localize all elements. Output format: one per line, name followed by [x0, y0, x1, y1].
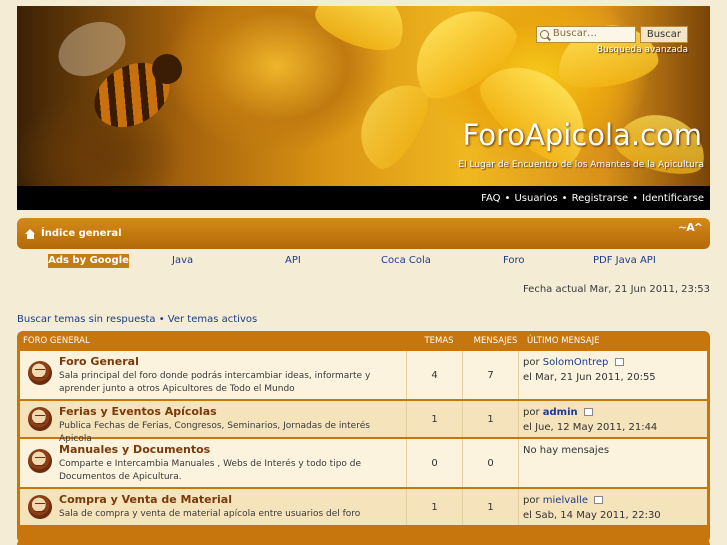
- last-post-date: el Jue, 12 May 2011, 21:44: [523, 422, 658, 433]
- forum-description: Comparte e Intercambia Manuales , Webs d…: [59, 459, 362, 482]
- search-icon: [539, 30, 549, 39]
- next-category-panel: [17, 539, 710, 545]
- forum-table-header: FORO GENERAL TEMAS MENSAJES ÚLTIMO MENSA…: [20, 331, 707, 351]
- last-post: No hay mensajes: [519, 439, 707, 487]
- last-post-by: por: [523, 495, 540, 506]
- last-post: por mielvalle el Sab, 14 May 2011, 22:30: [519, 489, 707, 525]
- forum-read-icon: [28, 495, 52, 519]
- ad-link[interactable]: Java: [172, 255, 193, 266]
- ad-link[interactable]: Coca Cola: [381, 255, 431, 266]
- col-last-post: ÚLTIMO MENSAJE: [527, 336, 600, 346]
- forum-info: Manuales y Documentos Comparte e Interca…: [20, 439, 407, 487]
- last-post-date: el Sab, 14 May 2011, 22:30: [523, 510, 661, 521]
- view-post-icon[interactable]: [614, 358, 624, 366]
- forum-title[interactable]: Ferias y Eventos Apícolas: [59, 405, 402, 418]
- forum-title[interactable]: Manuales y Documentos: [59, 443, 402, 456]
- nav-separator: •: [632, 192, 639, 204]
- view-post-icon[interactable]: [594, 496, 604, 504]
- forum-info: Foro General Sala principal del foro don…: [20, 351, 407, 399]
- ads-row: Ads by Google Java API Coca Cola Foro PD…: [17, 253, 710, 269]
- last-post-by: por: [523, 357, 540, 368]
- current-date: Fecha actual Mar, 21 Jun 2011, 23:53: [522, 284, 710, 295]
- forum-posts-count: 1: [463, 401, 519, 437]
- forum-description: Sala de compra y venta de material apíco…: [59, 509, 361, 519]
- forum-row: Foro General Sala principal del foro don…: [20, 351, 707, 401]
- nav-register[interactable]: Registrarse: [572, 193, 629, 204]
- font-size-control[interactable]: ~A^: [678, 221, 703, 234]
- forum-topics-count: 0: [407, 439, 463, 487]
- advanced-search-link[interactable]: Busqueda avanzada: [597, 45, 688, 55]
- site-description: El Lugar de Encuentro de los Amantes de …: [458, 160, 704, 170]
- nav-separator: •: [504, 192, 511, 204]
- forum-description: Sala principal del foro donde podrás int…: [59, 371, 371, 394]
- home-icon: [25, 228, 36, 239]
- ads-by-google-label[interactable]: Ads by Google: [48, 254, 129, 268]
- breadcrumb-index[interactable]: Índice general: [41, 228, 122, 239]
- forum-read-icon: [28, 361, 52, 385]
- nav-faq[interactable]: FAQ: [481, 193, 500, 204]
- forum-row: Compra y Venta de Material Sala de compr…: [20, 489, 707, 527]
- breadcrumb: Índice general ~A^: [17, 218, 710, 249]
- last-post-user[interactable]: SolomOntrep: [543, 357, 609, 368]
- col-posts: MENSAJES: [473, 336, 518, 346]
- category-title[interactable]: FORO GENERAL: [20, 336, 410, 346]
- forum-topics-count: 1: [407, 489, 463, 525]
- last-post-date: el Mar, 21 Jun 2011, 20:55: [523, 372, 656, 383]
- forum-row: Manuales y Documentos Comparte e Interca…: [20, 439, 707, 489]
- last-post: por admin el Jue, 12 May 2011, 21:44: [519, 401, 707, 437]
- search-form: Buscar… Buscar: [535, 26, 688, 43]
- last-post-user[interactable]: admin: [543, 407, 578, 418]
- forum-read-icon: [28, 407, 52, 431]
- col-topics: TEMAS: [424, 336, 454, 346]
- top-nav: FAQ • Usuarios • Registrarse • Identific…: [17, 186, 710, 210]
- forum-posts-count: 0: [463, 439, 519, 487]
- last-post: por SolomOntrep el Mar, 21 Jun 2011, 20:…: [519, 351, 707, 399]
- search-placeholder: Buscar…: [552, 28, 597, 39]
- forum-row: Ferias y Eventos Apícolas Publica Fechas…: [20, 401, 707, 444]
- site-header: Buscar… Buscar Busqueda avanzada ForoApi…: [17, 6, 710, 186]
- forum-info: Compra y Venta de Material Sala de compr…: [20, 489, 407, 525]
- forum-title[interactable]: Compra y Venta de Material: [59, 493, 360, 506]
- forum-panel: FORO GENERAL TEMAS MENSAJES ÚLTIMO MENSA…: [17, 331, 710, 543]
- forum-topics-count: 1: [407, 401, 463, 437]
- forum-posts-count: 1: [463, 489, 519, 525]
- active-topics-link[interactable]: Ver temas activos: [168, 314, 257, 325]
- links-separator: •: [158, 314, 165, 325]
- forum-posts-count: 7: [463, 351, 519, 399]
- last-post-user[interactable]: mielvalle: [543, 495, 588, 506]
- page-wrapper: Buscar… Buscar Busqueda avanzada ForoApi…: [17, 6, 710, 543]
- ad-link[interactable]: API: [285, 255, 301, 266]
- quick-links: Buscar temas sin respuesta • Ver temas a…: [17, 314, 257, 325]
- search-button[interactable]: Buscar: [639, 26, 688, 43]
- forum-title[interactable]: Foro General: [59, 355, 402, 368]
- ad-link[interactable]: Foro: [503, 255, 525, 266]
- ad-link[interactable]: PDF Java API: [593, 255, 656, 266]
- nav-separator: •: [561, 192, 568, 204]
- last-post-by: por: [523, 407, 540, 418]
- view-post-icon[interactable]: [583, 408, 593, 416]
- forum-topics-count: 4: [407, 351, 463, 399]
- nav-login[interactable]: Identificarse: [642, 193, 704, 204]
- no-posts-text: No hay mensajes: [523, 445, 610, 456]
- forum-info: Ferias y Eventos Apícolas Publica Fechas…: [20, 401, 407, 444]
- forum-read-icon: [28, 449, 52, 473]
- search-input[interactable]: Buscar…: [535, 26, 636, 43]
- nav-users[interactable]: Usuarios: [514, 193, 557, 204]
- unanswered-topics-link[interactable]: Buscar temas sin respuesta: [17, 314, 156, 325]
- site-title: ForoApicola.com: [462, 118, 702, 152]
